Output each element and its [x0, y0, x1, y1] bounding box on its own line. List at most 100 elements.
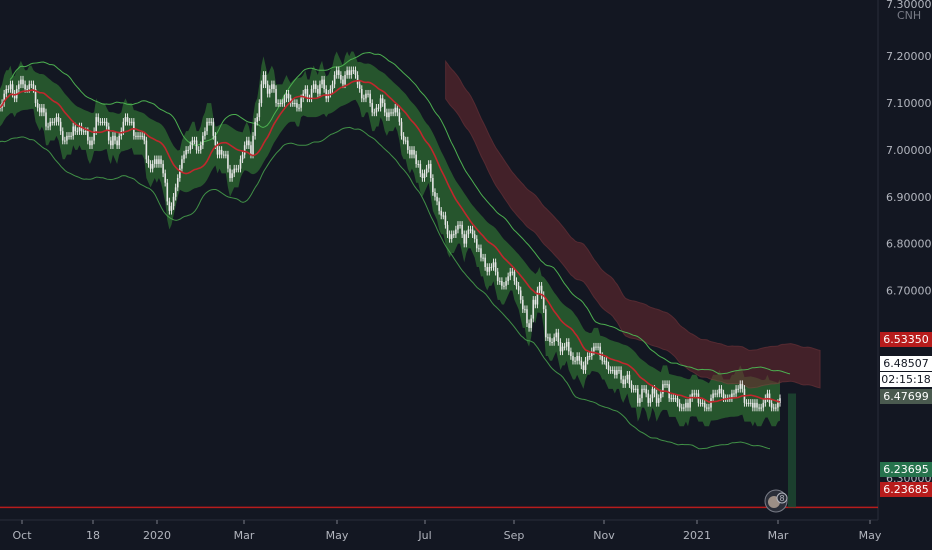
- candle-body: [687, 402, 689, 408]
- candle-body: [434, 192, 436, 197]
- candle-body: [248, 140, 250, 146]
- candle-body: [515, 281, 518, 286]
- candle-body: [616, 370, 618, 375]
- candle-body: [404, 140, 407, 142]
- candle-body: [331, 84, 334, 90]
- candle-body: [440, 210, 443, 216]
- candle-body: [294, 103, 296, 105]
- candle-body: [356, 74, 359, 85]
- price-label-red-bottom: 6.23685: [880, 482, 932, 497]
- candle-body: [498, 281, 501, 283]
- candle-body: [559, 341, 562, 352]
- candle-body: [396, 107, 399, 113]
- candle-body: [114, 135, 116, 141]
- candle-body: [266, 84, 269, 94]
- candle-body: [225, 154, 227, 156]
- candle-body: [82, 131, 85, 133]
- candle-body: [381, 98, 384, 104]
- candle-body: [699, 402, 702, 404]
- candle-body: [139, 135, 141, 137]
- candle-body: [666, 384, 668, 386]
- candle-body: [11, 84, 14, 94]
- candle-body: [300, 98, 302, 108]
- candle-body: [367, 93, 369, 95]
- candle-body: [429, 163, 432, 179]
- candle-body: [30, 84, 33, 86]
- candle-body: [310, 89, 313, 99]
- candle-body: [572, 356, 574, 361]
- bar-countdown: 02:15:18: [880, 372, 932, 387]
- candle-body: [187, 149, 190, 151]
- candle-body: [657, 398, 660, 403]
- candle-body: [745, 402, 748, 404]
- candle-body: [32, 84, 35, 90]
- candle-body: [555, 332, 558, 338]
- candle-body: [400, 121, 403, 136]
- candle-body: [668, 384, 670, 399]
- candle-body: [628, 374, 631, 385]
- candle-body: [388, 112, 390, 118]
- candle-body: [258, 103, 261, 118]
- price-chart[interactable]: 7.20000 7.10000 7.00000 6.90000 6.80000 6.700…: [0, 0, 932, 550]
- candle-body: [51, 121, 54, 123]
- candle-body: [722, 393, 725, 399]
- candle-body: [383, 103, 386, 113]
- candle-body: [227, 154, 229, 169]
- candle-body: [250, 145, 252, 155]
- candle-body: [519, 290, 522, 300]
- candle-body: [72, 126, 74, 136]
- candle-body: [712, 393, 714, 399]
- x-tick-label: 18: [86, 529, 100, 542]
- candle-body: [342, 79, 344, 85]
- candle-body: [166, 182, 169, 202]
- candle-body: [147, 159, 150, 164]
- candle-body: [503, 285, 505, 287]
- candle-body: [756, 402, 758, 408]
- candle-body: [626, 374, 629, 380]
- candle-body: [329, 89, 332, 94]
- candle-body: [304, 89, 307, 94]
- candle-body: [685, 402, 687, 408]
- candle-body: [436, 196, 438, 202]
- candle-body: [287, 93, 290, 99]
- candle-body: [105, 121, 108, 127]
- candle-body: [61, 131, 64, 141]
- candle-body: [492, 262, 495, 268]
- candle-body: [122, 121, 125, 132]
- event-marker-icon[interactable]: 8: [763, 488, 789, 514]
- symbol-unit-label: CNH: [897, 9, 922, 22]
- candle-body: [392, 112, 394, 114]
- candle-body: [406, 140, 409, 150]
- candle-body: [706, 407, 708, 409]
- candle-body: [398, 112, 401, 122]
- price-label-red-top: 6.53350: [880, 332, 932, 347]
- candle-body: [101, 121, 104, 123]
- x-tick-label: Mar: [768, 529, 789, 542]
- candle-body: [752, 402, 754, 408]
- x-tick-label: Nov: [593, 529, 615, 542]
- candle-body: [321, 79, 323, 85]
- candle-body: [465, 234, 468, 244]
- candle-body: [463, 234, 466, 244]
- candle-body: [45, 112, 47, 127]
- candle-body: [22, 79, 24, 85]
- candle-body: [107, 126, 110, 141]
- candle-body: [609, 370, 612, 372]
- y-tick-label: 6.90000: [886, 191, 932, 204]
- candle-body: [344, 74, 346, 85]
- candle-body: [496, 271, 499, 282]
- candle-body: [363, 98, 365, 100]
- candle-body: [47, 126, 49, 128]
- candle-body: [390, 112, 392, 114]
- candle-body: [415, 154, 417, 164]
- candle-body: [337, 70, 340, 75]
- candle-body: [208, 121, 210, 123]
- candle-body: [124, 117, 127, 122]
- candle-body: [620, 370, 622, 380]
- candle-body: [553, 337, 555, 342]
- candle-body: [676, 398, 679, 403]
- candle-body: [371, 103, 374, 113]
- candle-body: [256, 117, 259, 122]
- candle-body: [64, 140, 66, 142]
- candle-body: [760, 407, 762, 409]
